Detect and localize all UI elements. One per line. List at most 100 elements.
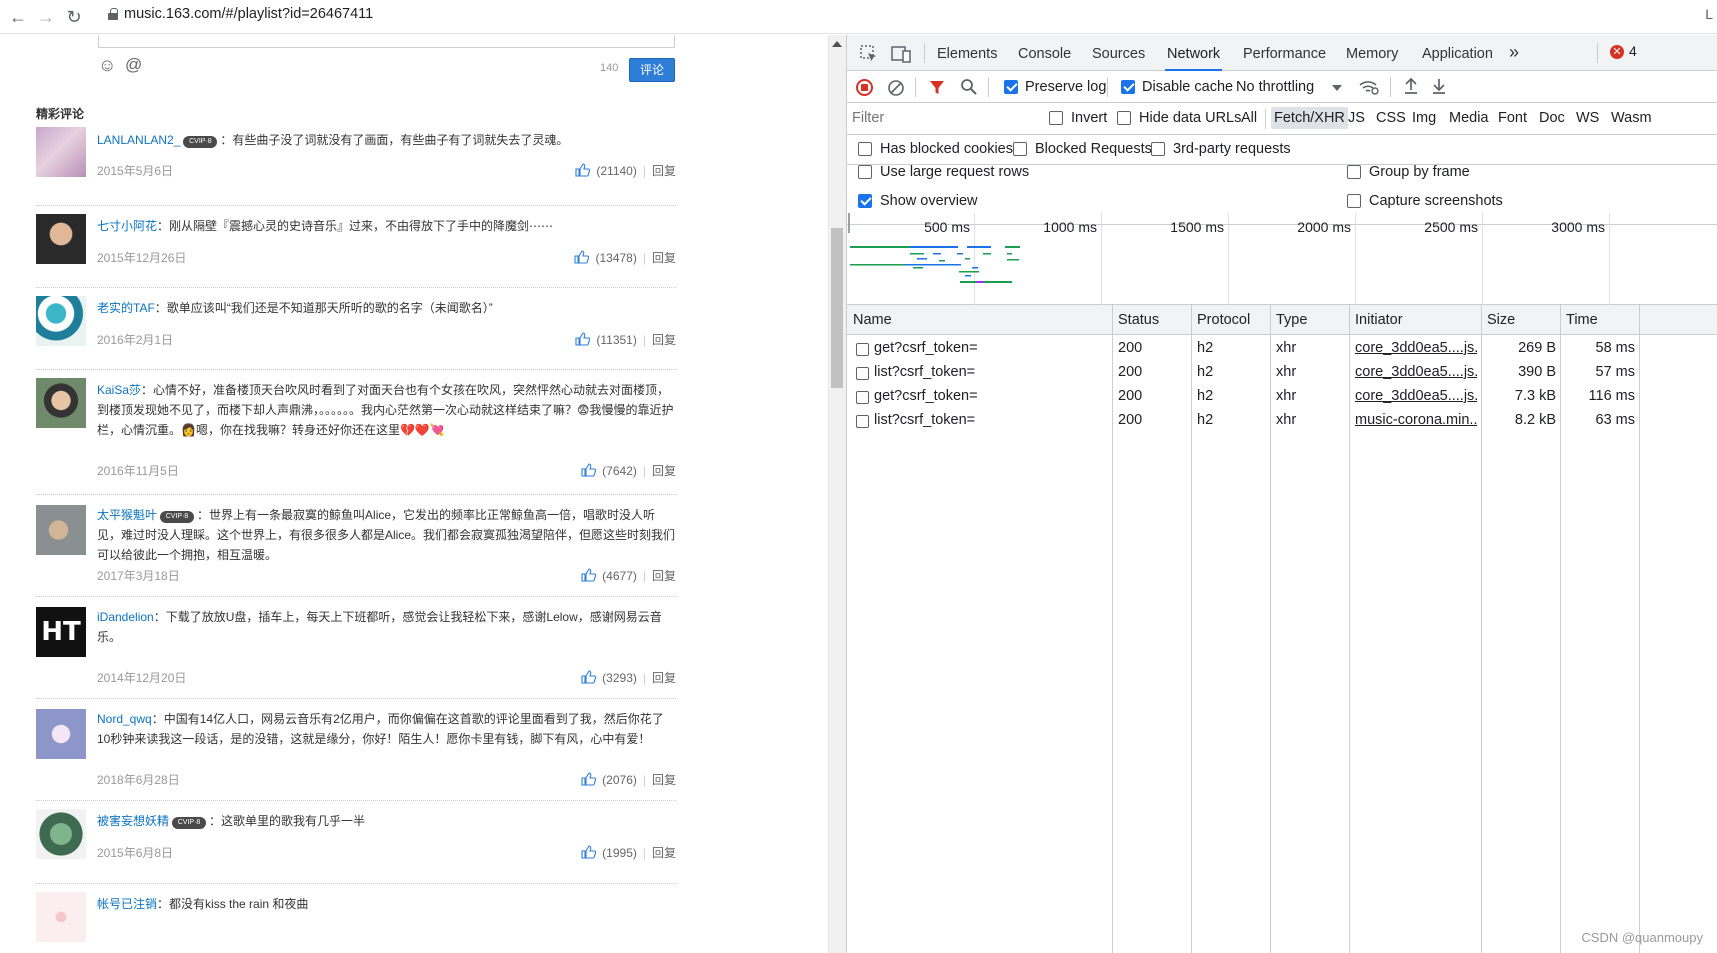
chevron-down-icon[interactable]	[1332, 85, 1342, 91]
third-party-checkbox[interactable]	[1151, 142, 1165, 156]
search-icon[interactable]	[960, 78, 978, 96]
comment-username[interactable]: 被害妄想妖精	[97, 814, 169, 828]
request-name[interactable]: get?csrf_token=	[874, 340, 1109, 356]
column-header-type[interactable]: Type	[1276, 312, 1307, 328]
record-stop-icon[interactable]	[856, 79, 873, 96]
network-conditions-icon[interactable]	[1358, 78, 1380, 96]
request-name[interactable]: list?csrf_token=	[874, 412, 1109, 428]
filter-type-fetch-xhr[interactable]: Fetch/XHR	[1271, 107, 1348, 129]
throttling-select[interactable]: No throttling	[1236, 79, 1314, 95]
table-row[interactable]: get?csrf_token= 200 h2 xhr core_3dd0ea5.…	[847, 337, 1717, 361]
device-toolbar-icon[interactable]	[891, 44, 913, 64]
tab-memory[interactable]: Memory	[1346, 35, 1398, 71]
comment-username[interactable]: KaiSa莎	[97, 383, 141, 397]
filter-type-media[interactable]: Media	[1449, 110, 1489, 126]
table-row[interactable]: get?csrf_token= 200 h2 xhr core_3dd0ea5.…	[847, 385, 1717, 409]
error-icon[interactable]: ✕	[1610, 45, 1624, 59]
avatar[interactable]	[36, 214, 86, 264]
filter-type-font[interactable]: Font	[1498, 110, 1527, 126]
avatar[interactable]	[36, 378, 86, 428]
reply-link[interactable]: 回复	[652, 773, 676, 787]
comment-button[interactable]: 评论	[629, 58, 675, 82]
tab-performance[interactable]: Performance	[1243, 35, 1326, 71]
thumbs-up-icon[interactable]	[575, 163, 591, 177]
column-header-protocol[interactable]: Protocol	[1197, 312, 1250, 328]
at-icon[interactable]: @	[125, 56, 143, 74]
comment-textarea[interactable]	[98, 35, 675, 48]
avatar[interactable]	[36, 709, 86, 759]
blocked-requests-checkbox[interactable]	[1013, 142, 1027, 156]
request-name[interactable]: get?csrf_token=	[874, 388, 1109, 404]
table-row[interactable]: list?csrf_token= 200 h2 xhr core_3dd0ea5…	[847, 361, 1717, 385]
avatar[interactable]: HT	[36, 607, 86, 657]
clear-icon[interactable]	[887, 79, 905, 97]
reply-link[interactable]: 回复	[652, 671, 676, 685]
large-rows-checkbox[interactable]	[858, 165, 872, 179]
request-initiator[interactable]: music-corona.min....	[1355, 412, 1477, 428]
comment-username[interactable]: 七寸小阿花	[97, 219, 157, 233]
filter-type-img[interactable]: Img	[1412, 110, 1436, 126]
group-by-frame-checkbox[interactable]	[1347, 165, 1361, 179]
reply-link[interactable]: 回复	[652, 251, 676, 265]
request-name[interactable]: list?csrf_token=	[874, 364, 1109, 380]
column-header-size[interactable]: Size	[1487, 312, 1515, 328]
hide-data-urls-checkbox[interactable]	[1117, 111, 1131, 125]
filter-type-doc[interactable]: Doc	[1539, 110, 1565, 126]
reply-link[interactable]: 回复	[652, 846, 676, 860]
show-overview-checkbox[interactable]	[858, 194, 872, 208]
tab-elements[interactable]: Elements	[937, 35, 997, 71]
avatar[interactable]	[36, 127, 86, 177]
request-initiator[interactable]: core_3dd0ea5....js...	[1355, 340, 1477, 356]
filter-input[interactable]	[852, 107, 1032, 129]
filter-type-js[interactable]: JS	[1348, 110, 1365, 126]
reply-link[interactable]: 回复	[652, 164, 676, 178]
column-header-time[interactable]: Time	[1566, 312, 1598, 328]
thumbs-up-icon[interactable]	[581, 845, 597, 859]
request-initiator[interactable]: core_3dd0ea5....js...	[1355, 388, 1477, 404]
thumbs-up-icon[interactable]	[581, 670, 597, 684]
avatar[interactable]	[36, 892, 86, 942]
avatar[interactable]	[36, 505, 86, 555]
thumbs-up-icon[interactable]	[575, 332, 591, 346]
filter-type-wasm[interactable]: Wasm	[1611, 110, 1652, 126]
tab-console[interactable]: Console	[1018, 35, 1071, 71]
filter-type-css[interactable]: CSS	[1376, 110, 1406, 126]
error-count[interactable]: 4	[1629, 43, 1637, 59]
network-overview[interactable]: 500 ms 1000 ms 1500 ms 2000 ms 2500 ms 3…	[847, 213, 1717, 305]
page-scrollbar[interactable]	[828, 35, 846, 953]
tab-application[interactable]: Application	[1422, 35, 1493, 71]
scroll-up-arrow-icon[interactable]	[832, 41, 842, 47]
reply-link[interactable]: 回复	[652, 333, 676, 347]
table-row[interactable]: list?csrf_token= 200 h2 xhr music-corona…	[847, 409, 1717, 433]
tab-sources[interactable]: Sources	[1092, 35, 1145, 71]
thumbs-up-icon[interactable]	[581, 568, 597, 582]
filter-type-all[interactable]: All	[1241, 110, 1257, 126]
column-header-initiator[interactable]: Initiator	[1355, 312, 1403, 328]
comment-username[interactable]: iDandelion	[97, 610, 154, 624]
import-har-icon[interactable]	[1403, 77, 1419, 95]
has-blocked-cookies-checkbox[interactable]	[858, 142, 872, 156]
column-header-name[interactable]: Name	[853, 312, 892, 328]
tab-network[interactable]: Network	[1165, 35, 1223, 71]
more-tabs-button[interactable]: »	[1509, 35, 1519, 71]
inspect-element-icon[interactable]	[859, 44, 879, 64]
comment-username[interactable]: Nord_qwq	[97, 712, 152, 726]
request-initiator[interactable]: core_3dd0ea5....js...	[1355, 364, 1477, 380]
filter-type-ws[interactable]: WS	[1576, 110, 1599, 126]
avatar[interactable]	[36, 296, 86, 346]
page-scrollbar-thumb[interactable]	[831, 228, 843, 388]
invert-checkbox[interactable]	[1049, 111, 1063, 125]
preserve-log-checkbox[interactable]	[1004, 80, 1018, 94]
emoji-icon[interactable]: ☺	[98, 56, 116, 74]
back-arrow-icon[interactable]: ←	[6, 5, 30, 29]
filter-funnel-icon[interactable]	[929, 79, 945, 96]
comment-username[interactable]: LANLANLAN2_	[97, 133, 180, 147]
comment-username[interactable]: 帐号已注销	[97, 897, 157, 911]
reply-link[interactable]: 回复	[652, 464, 676, 478]
capture-screenshots-checkbox[interactable]	[1347, 194, 1361, 208]
reply-link[interactable]: 回复	[652, 569, 676, 583]
comment-username[interactable]: 老实的TAF	[97, 301, 155, 315]
export-har-icon[interactable]	[1431, 77, 1447, 95]
thumbs-up-icon[interactable]	[581, 772, 597, 786]
thumbs-up-icon[interactable]	[574, 250, 590, 264]
